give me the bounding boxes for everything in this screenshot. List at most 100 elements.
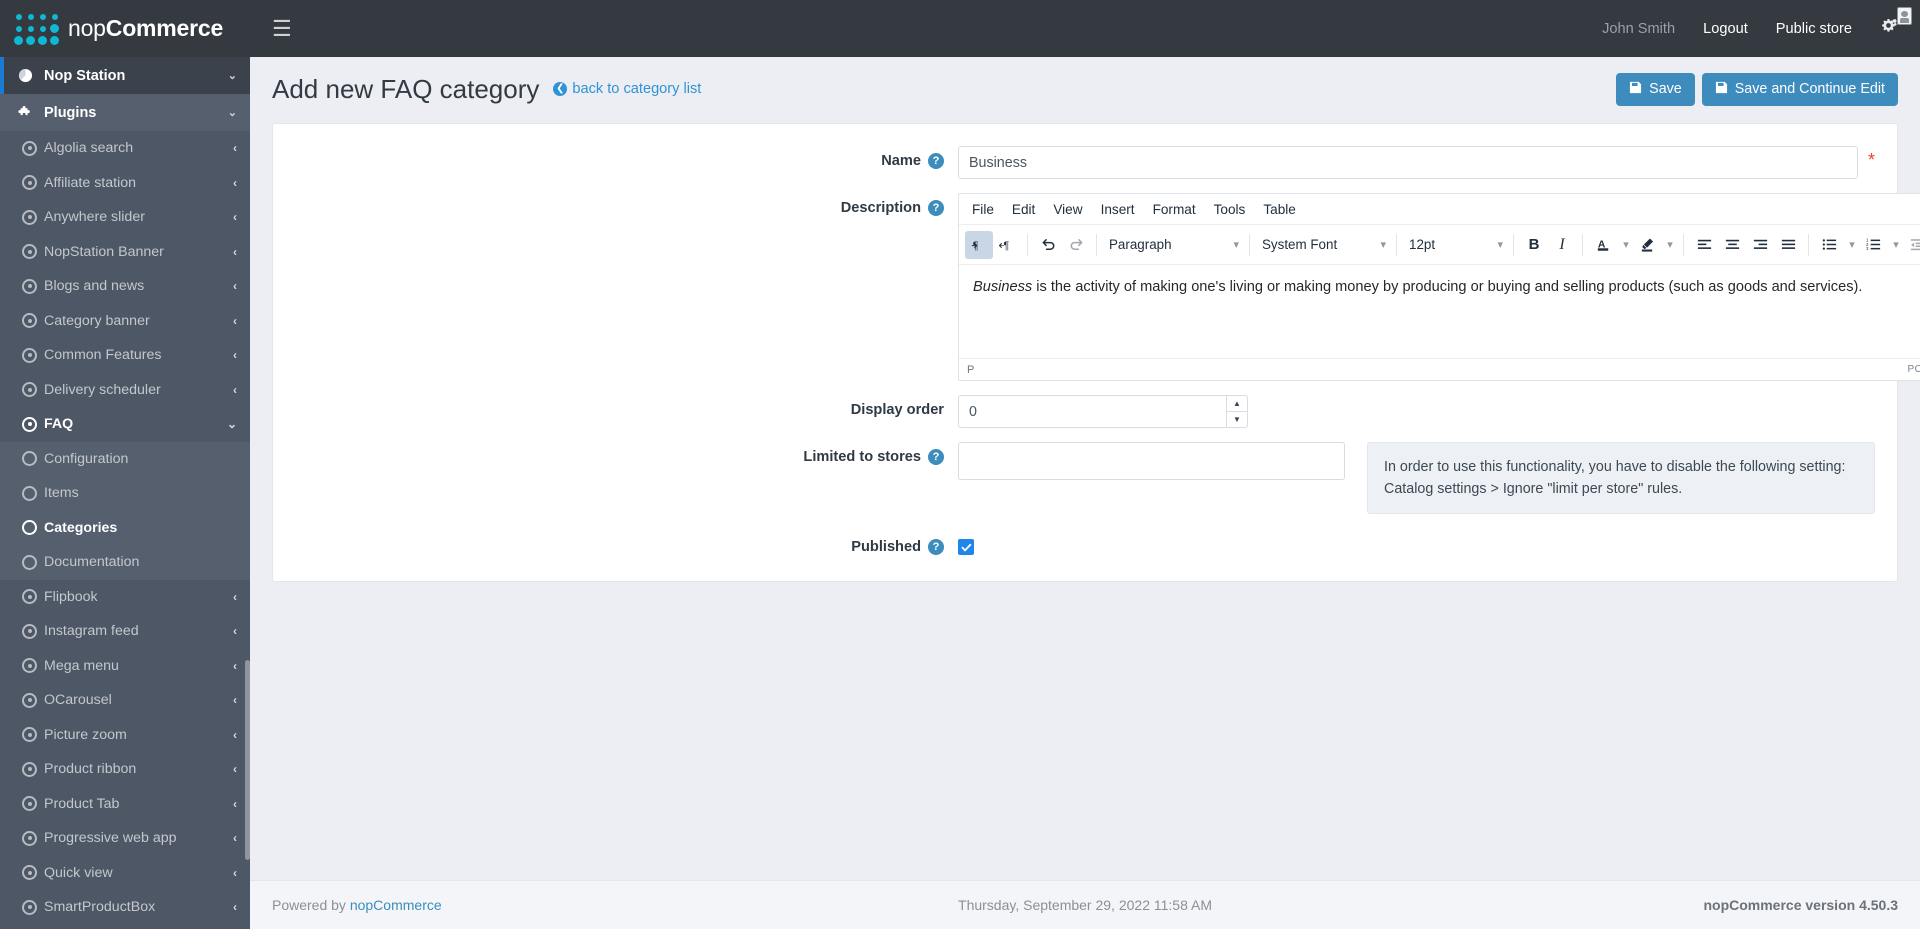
- undo-icon[interactable]: [1034, 231, 1062, 259]
- editor-menu-insert[interactable]: Insert: [1092, 198, 1144, 221]
- display-order-input[interactable]: 0: [958, 395, 1226, 428]
- save-and-continue-edit-button[interactable]: Save and Continue Edit: [1701, 72, 1898, 106]
- ltr-paragraph-icon[interactable]: ¶: [965, 230, 993, 259]
- highlight-pen-icon[interactable]: [1633, 231, 1661, 259]
- numbered-list-icon[interactable]: 123: [1859, 231, 1887, 259]
- editor-menu-view[interactable]: View: [1044, 198, 1091, 221]
- toolbar-separator: [1582, 233, 1583, 256]
- sidebar-item-anywhere-slider[interactable]: Anywhere slider ‹: [0, 200, 250, 235]
- name-row: Name ? Business *: [273, 7, 1912, 179]
- question-mark-icon[interactable]: ?: [928, 539, 944, 556]
- sidebar-item-nopstation-banner[interactable]: NopStation Banner ‹: [0, 234, 250, 269]
- svg-text:3: 3: [1865, 246, 1868, 251]
- question-mark-icon[interactable]: ?: [928, 153, 944, 169]
- chevron-down-icon: ⌄: [227, 107, 237, 119]
- save-button[interactable]: Save: [1616, 72, 1695, 106]
- text-color-chevron-icon[interactable]: ▾: [1617, 231, 1633, 259]
- faq-category-form-card: Name ? Business * Description ? FileEdi: [272, 7, 1920, 583]
- align-right-icon[interactable]: [1746, 231, 1774, 259]
- sidebar-item-common-features[interactable]: Common Features ‹: [0, 338, 250, 373]
- nopcommerce-link[interactable]: nopCommerce: [350, 897, 442, 913]
- toolbar-separator: [1683, 233, 1684, 256]
- footer-datetime: Thursday, September 29, 2022 11:58 AM: [958, 897, 1212, 913]
- description-label-wrap: Description ?: [273, 193, 958, 216]
- redo-icon[interactable]: [1062, 231, 1090, 259]
- sidebar-item-label: Nop Station: [44, 67, 126, 84]
- limited-to-stores-field-wrap: In order to use this functionality, you …: [958, 442, 1897, 515]
- gear-icon[interactable]: [1880, 17, 1898, 40]
- question-mark-icon[interactable]: ?: [928, 449, 944, 465]
- sidebar-item-smartproductbox[interactable]: SmartProductBox ‹: [0, 890, 250, 925]
- spinner-up-icon[interactable]: ▲: [1226, 395, 1248, 411]
- style-group: B I: [1517, 231, 1579, 259]
- sidebar-item-flipbook[interactable]: Flipbook ‹: [0, 579, 250, 614]
- spinner-down-icon[interactable]: ▼: [1226, 411, 1248, 428]
- limited-to-stores-select[interactable]: [958, 442, 1345, 480]
- sidebar-item-progressive-web-app[interactable]: Progressive web app ‹: [0, 821, 250, 856]
- sidebar-item-configuration[interactable]: Configuration: [0, 441, 250, 476]
- question-mark-icon[interactable]: ?: [928, 200, 944, 216]
- brand-logo-area[interactable]: nopCommerce: [0, 0, 250, 57]
- current-user-link[interactable]: John Smith: [1602, 21, 1675, 37]
- main-area: ☰ John Smith Logout Public store Add new…: [250, 0, 1920, 929]
- sidebar-item-ocarousel[interactable]: OCarousel ‹: [0, 683, 250, 718]
- sidebar-item-delivery-scheduler[interactable]: Delivery scheduler ‹: [0, 372, 250, 407]
- chevron-down-icon: ⌄: [227, 70, 237, 82]
- align-center-icon[interactable]: [1718, 231, 1746, 259]
- logout-link[interactable]: Logout: [1703, 21, 1748, 37]
- editor-menu-tools[interactable]: Tools: [1205, 198, 1255, 221]
- editor-menu-table[interactable]: Table: [1254, 198, 1305, 221]
- sidebar-item-label: Product ribbon: [44, 761, 137, 778]
- sidebar-item-blogs-and-news[interactable]: Blogs and news ‹: [0, 269, 250, 304]
- sidebar-item-items[interactable]: Items: [0, 476, 250, 511]
- sidebar-item-faq[interactable]: FAQ ⌄: [0, 407, 250, 442]
- sidebar-item-category-banner[interactable]: Category banner ‹: [0, 303, 250, 338]
- bullet-list-icon[interactable]: [1815, 231, 1843, 259]
- block-format-select[interactable]: Paragraph ▾: [1100, 231, 1246, 259]
- editor-element-path[interactable]: P: [967, 364, 975, 376]
- numbered-list-chevron-icon[interactable]: ▾: [1887, 231, 1903, 259]
- sidebar-item-label: Quick view: [44, 864, 113, 881]
- public-store-link[interactable]: Public store: [1776, 21, 1852, 37]
- published-checkbox[interactable]: [958, 539, 974, 556]
- sidebar-item-nop-station[interactable]: Nop Station ⌄: [0, 57, 250, 94]
- editor-menu-file[interactable]: File: [963, 198, 1003, 221]
- sidebar-item-instagram-feed[interactable]: Instagram feed ‹: [0, 614, 250, 649]
- font-size-select[interactable]: 12pt ▾: [1400, 231, 1510, 259]
- bullet-list-chevron-icon[interactable]: ▾: [1843, 231, 1859, 259]
- sidebar-item-quick-view[interactable]: Quick view ‹: [0, 855, 250, 890]
- align-left-icon[interactable]: [1690, 231, 1718, 259]
- highlight-chevron-icon[interactable]: ▾: [1661, 231, 1677, 259]
- rich-text-editor: FileEditViewInsertFormatToolsTable ¶ ¶: [958, 193, 1920, 381]
- editor-content-area[interactable]: Business is the activity of making one's…: [959, 265, 1920, 358]
- text-color-icon[interactable]: A: [1589, 231, 1617, 259]
- sidebar-item-mega-menu[interactable]: Mega menu ‹: [0, 648, 250, 683]
- align-justify-icon[interactable]: [1774, 231, 1802, 259]
- sidebar-item-product-tab[interactable]: Product Tab ‹: [0, 786, 250, 821]
- page-header: Add new FAQ category ❮ back to category …: [250, 63, 1920, 115]
- toolbar-separator: [1096, 233, 1097, 256]
- align-group: [1687, 231, 1805, 259]
- color-group: A ▾ ▾: [1586, 231, 1680, 259]
- sidebar-item-categories[interactable]: Categories: [0, 510, 250, 545]
- sidebar-item-picture-zoom[interactable]: Picture zoom ‹: [0, 717, 250, 752]
- sidebar-item-product-ribbon[interactable]: Product ribbon ‹: [0, 752, 250, 787]
- hamburger-icon[interactable]: ☰: [272, 17, 292, 40]
- radio-dot-icon: [22, 244, 44, 260]
- bold-button[interactable]: B: [1520, 231, 1548, 259]
- stepper-buttons: ▲ ▼: [1226, 395, 1248, 428]
- sidebar-item-algolia-search[interactable]: Algolia search ‹: [0, 131, 250, 166]
- chevron-left-icon: ‹: [233, 175, 237, 190]
- sidebar-item-plugins[interactable]: Plugins ⌄: [0, 94, 250, 131]
- sidebar-item-affiliate-station[interactable]: Affiliate station ‹: [0, 165, 250, 200]
- font-family-select[interactable]: System Font ▾: [1253, 231, 1393, 259]
- editor-menu-format[interactable]: Format: [1144, 198, 1205, 221]
- italic-button[interactable]: I: [1548, 231, 1576, 259]
- sidebar-item-label: Items: [44, 485, 79, 502]
- sidebar-item-documentation[interactable]: Documentation: [0, 545, 250, 580]
- editor-menu-edit[interactable]: Edit: [1003, 198, 1044, 221]
- outdent-icon[interactable]: [1903, 231, 1920, 259]
- name-input[interactable]: Business: [958, 146, 1858, 179]
- back-to-category-list-link[interactable]: ❮ back to category list: [553, 81, 701, 97]
- rtl-paragraph-icon[interactable]: ¶: [993, 231, 1021, 259]
